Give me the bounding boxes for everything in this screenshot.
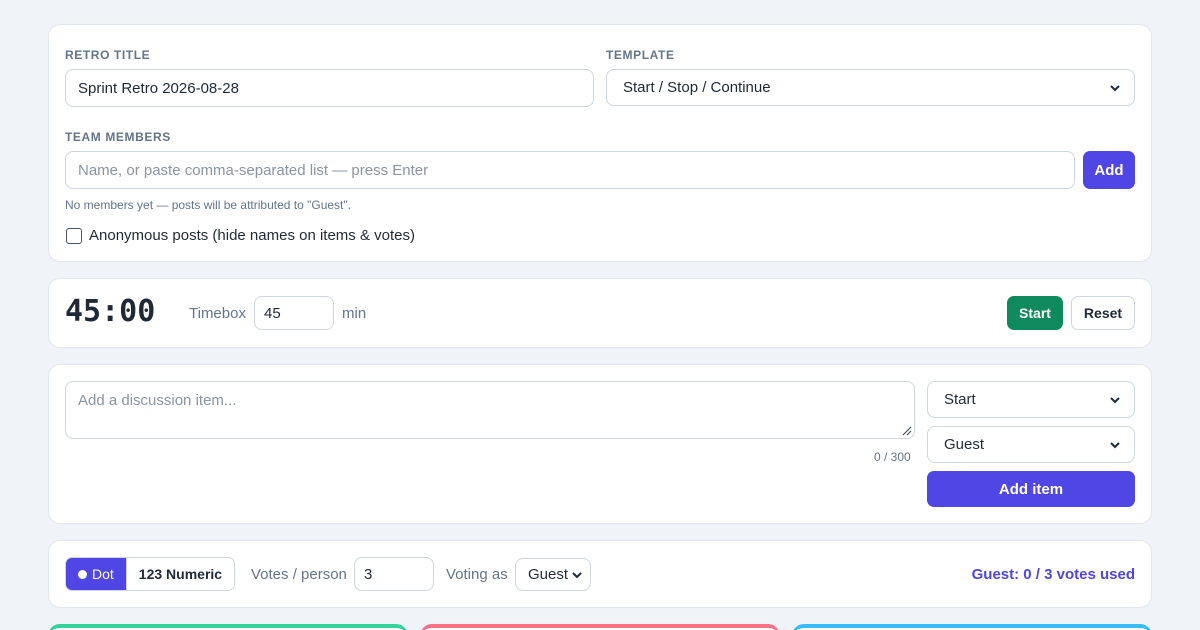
column-start-card bbox=[48, 624, 408, 630]
template-label: TEMPLATE bbox=[606, 48, 675, 62]
timebox-label: Timebox bbox=[189, 305, 246, 322]
chevron-down-icon bbox=[1110, 441, 1120, 448]
vote-mode-toggle: Dot 123 Numeric bbox=[65, 557, 236, 591]
anonymous-label: Anonymous posts (hide names on items & v… bbox=[89, 227, 415, 244]
timebox-unit-label: min bbox=[342, 305, 367, 322]
author-select[interactable]: Guest bbox=[927, 426, 1135, 463]
votes-used-status: Guest: 0 / 3 votes used bbox=[971, 566, 1135, 583]
chevron-down-icon bbox=[572, 571, 582, 578]
votes-per-person-input[interactable] bbox=[354, 557, 434, 591]
voting-as-value: Guest bbox=[528, 566, 569, 583]
votes-per-person-label: Votes / person bbox=[251, 566, 347, 583]
template-select[interactable]: Start / Stop / Continue bbox=[606, 69, 1135, 106]
team-members-input[interactable] bbox=[65, 151, 1075, 189]
composer-card: 0 / 300 Start Guest Add item bbox=[48, 364, 1152, 524]
reset-timer-button[interactable]: Reset bbox=[1071, 296, 1135, 330]
timebox-input[interactable] bbox=[254, 296, 334, 330]
voting-as-select[interactable]: Guest bbox=[515, 558, 591, 591]
chevron-down-icon bbox=[1110, 396, 1120, 403]
timer-card: 45:00 Timebox min Start Reset bbox=[48, 278, 1152, 348]
chevron-down-icon bbox=[1110, 84, 1120, 91]
retro-setup-card: RETRO TITLE TEMPLATE Start / Stop / Cont… bbox=[48, 24, 1152, 262]
dot-icon bbox=[78, 569, 87, 579]
vote-mode-dot-button[interactable]: Dot bbox=[66, 558, 126, 590]
retro-title-label: RETRO TITLE bbox=[65, 48, 151, 62]
start-timer-button[interactable]: Start bbox=[1007, 296, 1063, 330]
voting-as-label: Voting as bbox=[446, 566, 508, 583]
column-stop-card bbox=[420, 624, 780, 630]
add-item-button[interactable]: Add item bbox=[927, 471, 1135, 507]
discussion-item-input[interactable] bbox=[65, 381, 915, 439]
anonymous-checkbox[interactable] bbox=[66, 228, 82, 244]
voting-card: Dot 123 Numeric Votes / person Voting as… bbox=[48, 540, 1152, 608]
vote-mode-dot-label: Dot bbox=[92, 566, 114, 582]
team-members-label: TEAM MEMBERS bbox=[65, 130, 171, 144]
author-select-value: Guest bbox=[944, 436, 985, 453]
vote-mode-numeric-label: 123 Numeric bbox=[138, 566, 223, 582]
column-select-value: Start bbox=[944, 391, 976, 408]
timer-display: 45:00 bbox=[65, 294, 156, 329]
char-count: 0 / 300 bbox=[874, 450, 911, 464]
vote-mode-numeric-button[interactable]: 123 Numeric bbox=[125, 558, 235, 590]
members-hint: No members yet — posts will be attribute… bbox=[65, 198, 351, 212]
add-member-button[interactable]: Add bbox=[1083, 151, 1135, 189]
column-select[interactable]: Start bbox=[927, 381, 1135, 418]
retro-title-input[interactable] bbox=[65, 69, 594, 107]
column-continue-card bbox=[792, 624, 1152, 630]
resize-grip-icon[interactable] bbox=[902, 426, 912, 436]
template-select-value: Start / Stop / Continue bbox=[623, 79, 771, 96]
